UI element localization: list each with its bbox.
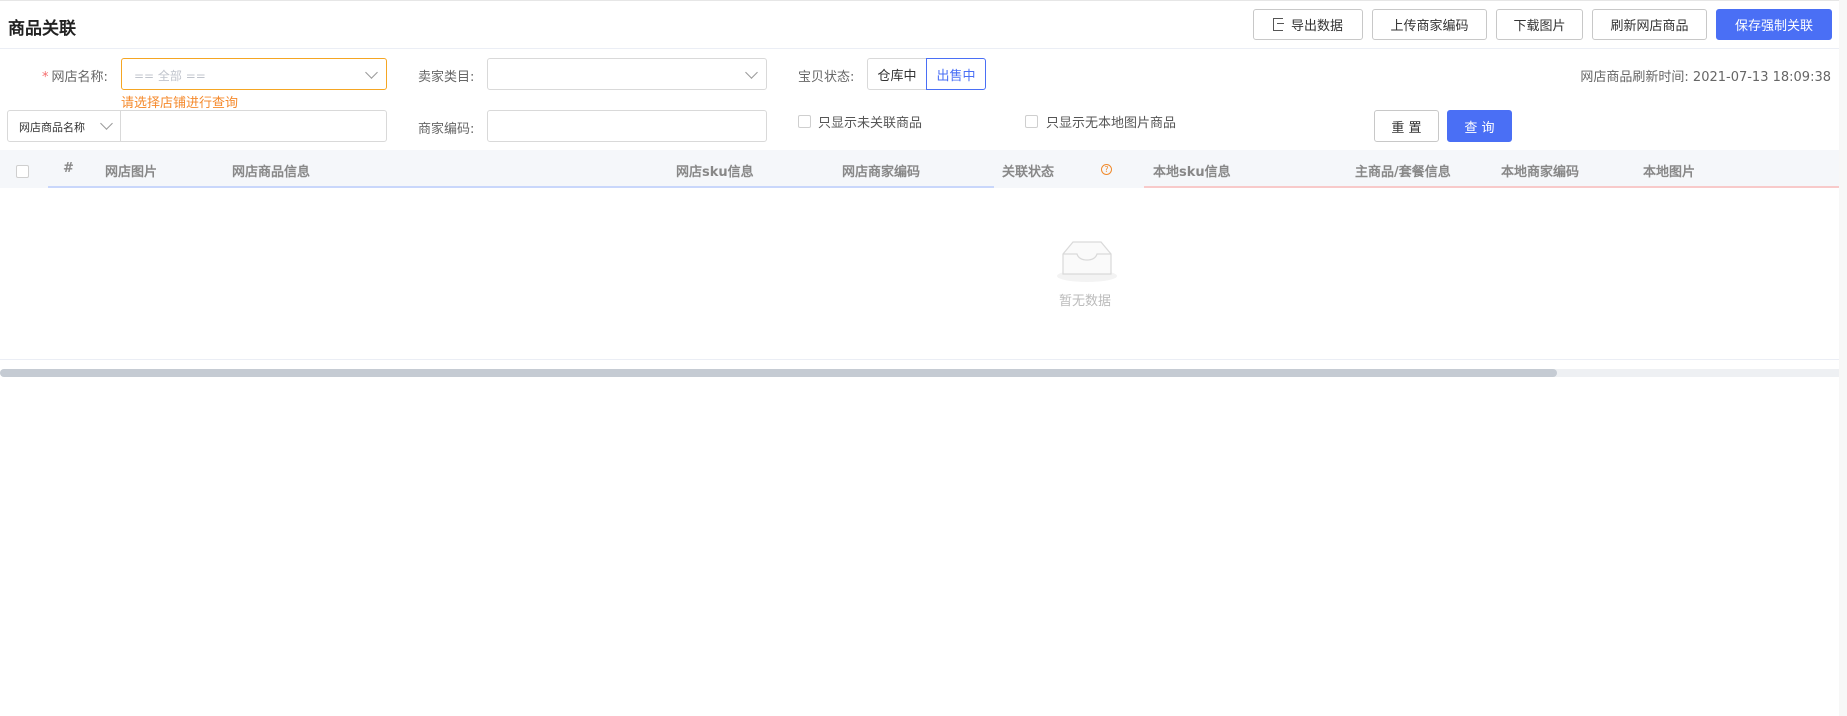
- merchant-code-label: 商家编码:: [418, 122, 475, 137]
- refresh-time: 网店商品刷新时间: 2021-07-13 18:09:38: [1580, 70, 1831, 85]
- horizontal-scrollbar-thumb[interactable]: [0, 369, 1557, 377]
- shop-name-label: * 网店名称:: [42, 70, 108, 85]
- chevron-down-icon: [100, 117, 113, 130]
- vertical-scrollbar[interactable]: [1839, 0, 1847, 716]
- chevron-down-icon: [745, 66, 758, 79]
- col-shop-image: 网店图片: [105, 165, 158, 180]
- export-icon: [1272, 18, 1284, 31]
- required-mark: *: [42, 70, 49, 85]
- only-no-local-image-label: 只显示无本地图片商品: [1046, 116, 1177, 131]
- chevron-down-icon: [365, 66, 378, 79]
- col-local-sku-info: 本地sku信息: [1153, 165, 1231, 180]
- shop-name-select[interactable]: == 全部 ==: [121, 58, 387, 90]
- col-main-product-info: 主商品/套餐信息: [1355, 165, 1451, 180]
- merchant-code-input[interactable]: [487, 110, 767, 142]
- shop-name-placeholder: == 全部 ==: [134, 69, 206, 83]
- shop-name-hint: 请选择店铺进行查询: [121, 96, 239, 111]
- shop-columns-underline: [48, 186, 994, 188]
- select-all-checkbox[interactable]: [16, 165, 29, 178]
- col-shop-sku-info: 网店sku信息: [676, 165, 754, 180]
- empty-text: 暂无数据: [1059, 294, 1112, 309]
- search-type-value: 网店商品名称: [19, 121, 85, 134]
- save-force-link-button[interactable]: 保存强制关联: [1716, 9, 1832, 40]
- col-shop-merchant-code: 网店商家编码: [842, 165, 921, 180]
- export-label: 导出数据: [1290, 19, 1343, 34]
- local-columns-underline: [1144, 186, 1840, 188]
- col-local-merchant-code: 本地商家编码: [1501, 165, 1580, 180]
- seller-category-select[interactable]: [487, 58, 767, 90]
- only-unlinked-checkbox[interactable]: [798, 115, 811, 128]
- col-local-image: 本地图片: [1643, 165, 1696, 180]
- col-link-status: 关联状态: [1002, 165, 1055, 180]
- item-status-label: 宝贝状态:: [798, 70, 855, 85]
- upload-code-button[interactable]: 上传商家编码: [1372, 9, 1487, 40]
- help-icon[interactable]: ?: [1101, 164, 1112, 175]
- reset-button[interactable]: 重 置: [1374, 110, 1439, 142]
- query-button[interactable]: 查 询: [1447, 110, 1512, 142]
- page-title: 商品关联: [8, 19, 76, 39]
- download-images-button[interactable]: 下载图片: [1496, 9, 1583, 40]
- search-keyword-input[interactable]: [120, 110, 387, 142]
- only-unlinked-label: 只显示未关联商品: [818, 116, 923, 131]
- seller-category-label: 卖家类目:: [418, 70, 475, 85]
- col-index: #: [63, 161, 74, 176]
- export-button[interactable]: 导出数据: [1253, 9, 1363, 40]
- search-type-select[interactable]: 网店商品名称: [7, 110, 121, 142]
- page-header: 商品关联 导出数据 上传商家编码 下载图片 刷新网店商品 保存强制关联: [0, 0, 1847, 49]
- table-header: # 网店图片 网店商品信息 网店sku信息 网店商家编码 关联状态 本地sku信…: [0, 150, 1847, 188]
- table-bottom-border: [0, 359, 1847, 360]
- status-warehouse-option[interactable]: 仓库中: [867, 58, 927, 90]
- col-shop-product-info: 网店商品信息: [232, 165, 311, 180]
- refresh-shop-button[interactable]: 刷新网店商品: [1592, 9, 1707, 40]
- status-onsale-option[interactable]: 出售中: [926, 58, 986, 90]
- only-no-local-image-checkbox[interactable]: [1025, 115, 1038, 128]
- empty-box-icon: [1057, 241, 1117, 282]
